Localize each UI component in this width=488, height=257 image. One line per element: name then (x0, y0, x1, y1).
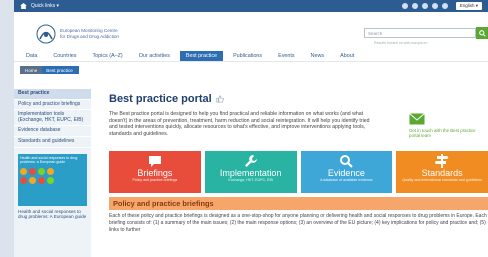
promo-title: Health and social responses to drug prob… (20, 155, 78, 164)
contact-team-link[interactable]: Get in touch with the Best practice port… (409, 113, 487, 138)
section-title: Policy and practice briefings (113, 199, 214, 208)
share-icon[interactable] (441, 3, 448, 9)
main-nav: Data Countries Topics (A–Z) Our activiti… (14, 50, 488, 62)
section-text: Each of these policy and practice briefi… (109, 213, 487, 233)
briefings-icon (148, 156, 161, 167)
page: Quick links ▾ English ▾ European Monitor… (14, 0, 488, 257)
social-links (401, 3, 448, 9)
tile-standards[interactable]: Standards Quality and international stan… (396, 151, 488, 193)
category-tiles: Briefings Policy and practice briefings … (109, 151, 488, 193)
page-title-row: Best practice portal (109, 89, 488, 109)
page-title: Best practice portal (109, 93, 212, 105)
envelope-icon (409, 113, 425, 125)
email-icon[interactable] (421, 3, 428, 9)
language-select[interactable]: English ▾ (455, 2, 482, 10)
nav-best-practice[interactable]: Best practice (179, 50, 224, 61)
sidebar-item-evidence-database[interactable]: Evidence database (14, 126, 91, 137)
promo-caption[interactable]: Health and social responses to drug prob… (14, 206, 91, 223)
site-header: European Monitoring Centre for Drugs and… (14, 12, 488, 50)
nav-news[interactable]: News (305, 51, 330, 61)
org-name[interactable]: European Monitoring Centre for Drugs and… (60, 28, 130, 39)
search-icon (478, 29, 486, 37)
wrench-icon (244, 155, 257, 167)
sidebar-item-best-practice[interactable]: Best practice (14, 89, 91, 100)
facebook-icon[interactable] (401, 3, 408, 9)
nav-events[interactable]: Events (272, 51, 300, 61)
tile-evidence[interactable]: Evidence A database of available evidenc… (300, 151, 393, 193)
home-icon[interactable] (20, 3, 27, 9)
utility-bar: Quick links ▾ English ▾ (14, 0, 488, 12)
tile-implementation[interactable]: Implementation Exchange, HKT, EUPC, EIB (204, 151, 297, 193)
search-hint: Results hosted on web.europa.eu (374, 41, 428, 45)
promo-graphic (20, 167, 85, 184)
main-content: Best practice portal The Best practice p… (109, 89, 488, 257)
like-icon[interactable] (216, 95, 224, 103)
search-button[interactable] (476, 27, 488, 39)
nav-countries[interactable]: Countries (47, 51, 82, 61)
intro-text: The Best practice portal is designed to … (109, 111, 370, 137)
rss-icon[interactable] (431, 3, 438, 9)
breadcrumb-home[interactable]: Home (20, 66, 43, 74)
breadcrumb-current: Best practice (42, 66, 79, 74)
magnifier-icon (340, 155, 354, 168)
section-header: Policy and practice briefings (109, 197, 488, 210)
guide-promo-banner[interactable]: Health and social responses to drug prob… (18, 153, 87, 206)
sidebar-item-briefings[interactable]: Policy and practice briefings (14, 100, 91, 111)
sidebar-item-standards[interactable]: Standards and guidelines (14, 137, 91, 148)
nav-topics[interactable]: Topics (A–Z) (86, 51, 128, 61)
signpost-icon (435, 154, 449, 168)
nav-data[interactable]: Data (20, 51, 43, 61)
nav-publications[interactable]: Publications (227, 51, 268, 61)
nav-about[interactable]: About (334, 51, 360, 61)
breadcrumb-row: Home Best practice (14, 62, 488, 77)
breadcrumb: Home Best practice (20, 66, 79, 74)
quick-links[interactable]: Quick links ▾ (31, 3, 59, 9)
sidebar: Best practice Policy and practice briefi… (14, 89, 91, 257)
twitter-icon[interactable] (411, 3, 418, 9)
emcdda-logo-icon[interactable] (36, 24, 56, 44)
sidebar-item-implementation-tools[interactable]: Implementation tools (Exchange, HKT, EUP… (14, 110, 91, 127)
nav-our-activities[interactable]: Our activities (133, 51, 176, 61)
window-left-margin (0, 0, 14, 257)
search-input[interactable]: Search (364, 28, 476, 38)
tile-briefings[interactable]: Briefings Policy and practice briefings (109, 151, 201, 193)
